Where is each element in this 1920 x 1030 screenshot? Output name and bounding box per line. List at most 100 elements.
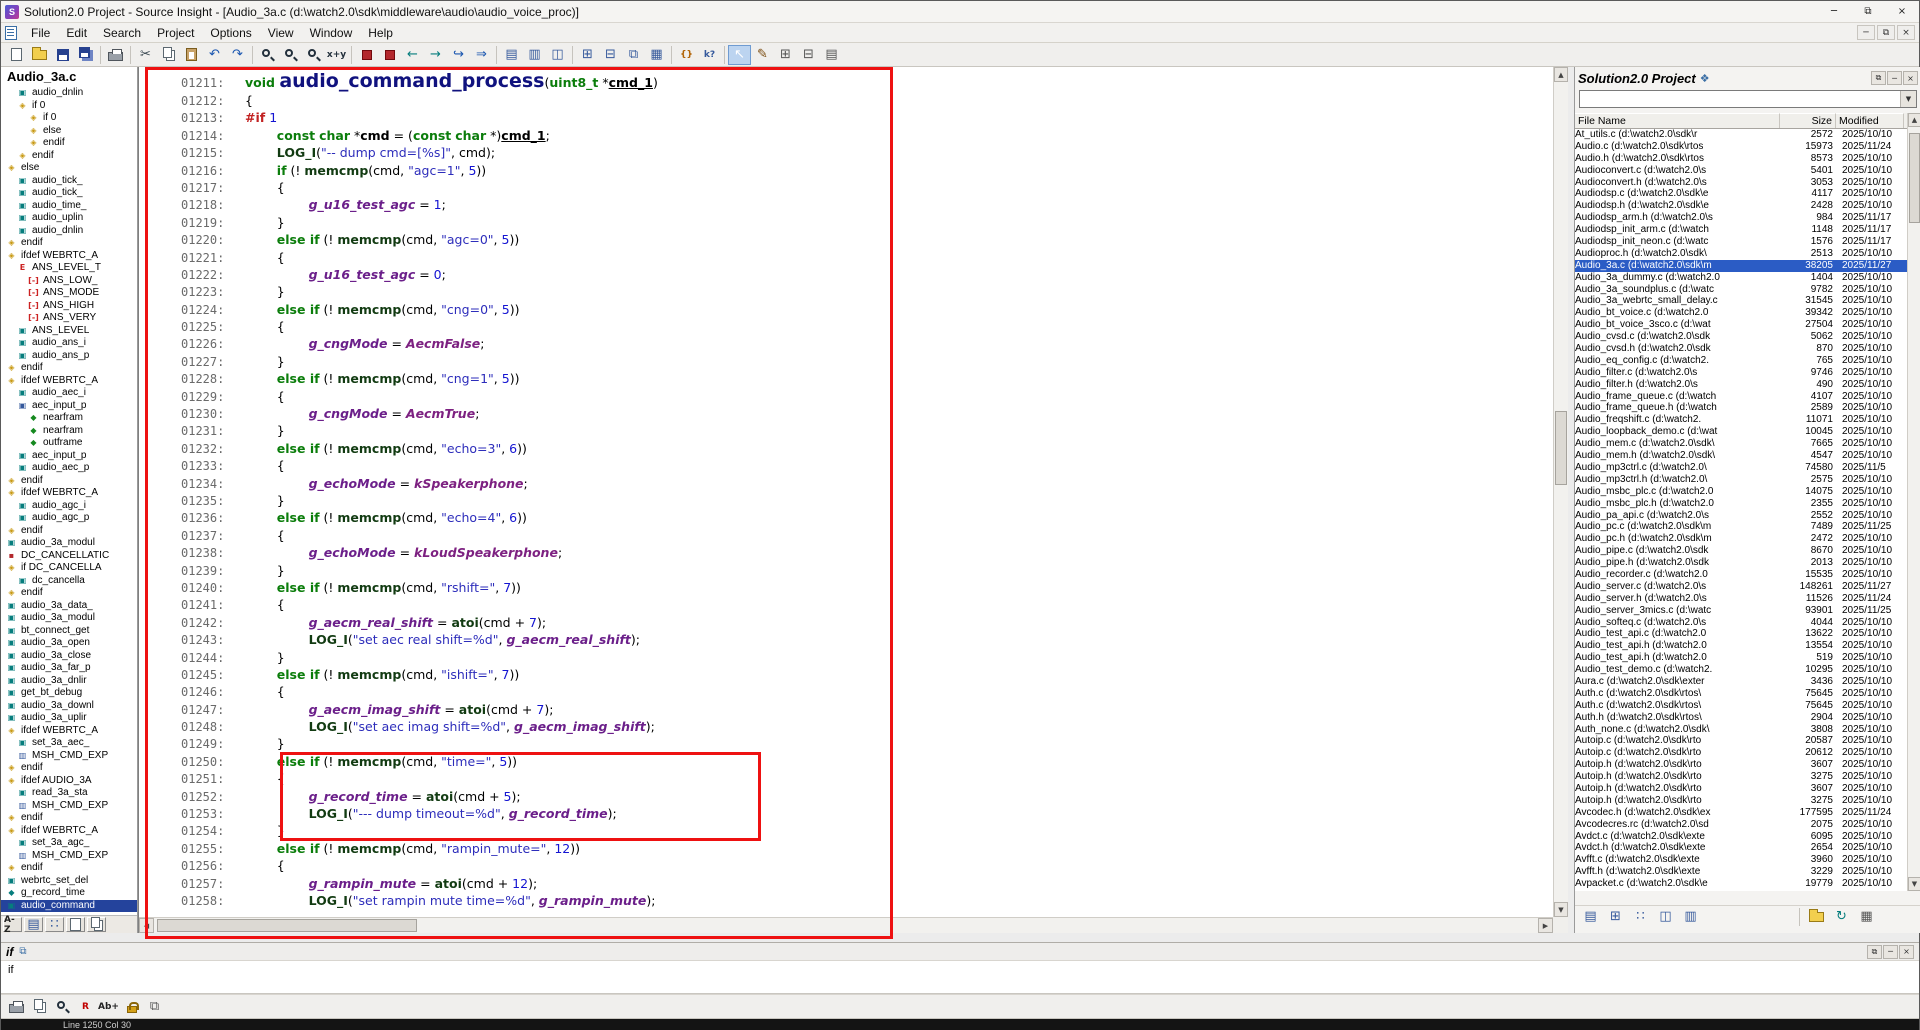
code-line[interactable]: 01243: LOG_I("set aec real shift=%d", g_… — [139, 631, 1553, 648]
symbol-tree-item[interactable]: ◈ifdef WEBRTC_A — [1, 375, 137, 388]
view-small-button[interactable]: ▥ — [1679, 907, 1702, 927]
code-line[interactable]: 01219: } — [139, 214, 1553, 231]
copy-button[interactable] — [157, 45, 180, 65]
project-properties-button[interactable]: ▦ — [1855, 907, 1878, 927]
minimize-panel-button[interactable]: ─ — [1883, 945, 1898, 959]
symbol-tree-item[interactable]: ◆g_record_time — [1, 887, 137, 900]
code-line[interactable]: 01220: else if (! memcmp(cmd, "agc=0", 5… — [139, 231, 1553, 248]
copy-relation-button[interactable] — [28, 997, 51, 1017]
code-line[interactable]: 01249: } — [139, 735, 1553, 752]
scroll-down-icon[interactable]: ▼ — [1554, 902, 1568, 917]
symbol-tree-item[interactable]: ▣ANS_LEVEL — [1, 325, 137, 338]
file-row[interactable]: Audio_mp3ctrl.h (d:\watch2.0\25752025/10… — [1575, 474, 1907, 486]
scroll-left-icon[interactable]: ◀ — [139, 918, 154, 933]
symbol-tree-item[interactable]: ▣audio_tick_ — [1, 187, 137, 200]
view-symbols-button[interactable]: ⊞ — [1604, 907, 1627, 927]
code-line[interactable]: 01225: { — [139, 318, 1553, 335]
file-row[interactable]: Audio_pa_api.c (d:\watch2.0\s25522025/10… — [1575, 510, 1907, 522]
symbol-tree-item[interactable]: ▥MSH_CMD_EXP — [1, 800, 137, 813]
symbol-tree-item[interactable]: ▣set_3a_aec_ — [1, 737, 137, 750]
browse-folder-button[interactable] — [1805, 907, 1828, 927]
symbol-tree-item[interactable]: ◈endif — [1, 137, 137, 150]
file-row[interactable]: Auth.h (d:\watch2.0\sdk\rtos\29042025/10… — [1575, 712, 1907, 724]
project-scroll-thumb[interactable] — [1909, 133, 1920, 223]
file-row[interactable]: Aura.c (d:\watch2.0\sdk\exter34362025/10… — [1575, 676, 1907, 688]
link-cursor-button[interactable]: ↖ — [728, 45, 751, 65]
file-row[interactable]: Avcodecres.rc (d:\watch2.0\sd20752025/10… — [1575, 819, 1907, 831]
symbol-tree-item[interactable]: ◈else — [1, 162, 137, 175]
file-row[interactable]: Audio_test_api.c (d:\watch2.0136222025/1… — [1575, 628, 1907, 640]
lock-button[interactable] — [120, 997, 143, 1017]
file-row[interactable]: Avdct.h (d:\watch2.0\sdk\exte26542025/10… — [1575, 842, 1907, 854]
close-panel-button[interactable]: × — [1903, 71, 1918, 85]
symbol-tree-item[interactable]: ◆outframe — [1, 437, 137, 450]
file-window-button[interactable]: ▥ — [523, 45, 546, 65]
mdi-close-button[interactable]: × — [1897, 25, 1915, 40]
symbol-tree-item[interactable]: ◈endif — [1, 762, 137, 775]
code-line[interactable]: 01213:#if 1 — [139, 109, 1553, 126]
symbol-tree-item[interactable]: ▣get_bt_debug — [1, 687, 137, 700]
code-line[interactable]: 01231: } — [139, 422, 1553, 439]
outline-collapse-button[interactable]: ⊟ — [797, 45, 820, 65]
file-row[interactable]: Autoip.c (d:\watch2.0\sdk\rto206122025/1… — [1575, 747, 1907, 759]
code-line[interactable]: 01236: else if (! memcmp(cmd, "echo=4", … — [139, 509, 1553, 526]
editor-horizontal-scrollbar[interactable]: ◀ ▶ — [139, 917, 1553, 933]
code-line[interactable]: 01232: else if (! memcmp(cmd, "echo=3", … — [139, 440, 1553, 457]
symbol-tree-item[interactable]: ◈ifdef AUDIO_3A — [1, 775, 137, 788]
symbol-tree-item[interactable]: ◈endif — [1, 150, 137, 163]
symbol-tree-item[interactable]: [-]ANS_HIGH — [1, 300, 137, 313]
lookup-button[interactable] — [51, 997, 74, 1017]
file-row[interactable]: Audio_test_demo.c (d:\watch2.102952025/1… — [1575, 664, 1907, 676]
code-line[interactable]: 01237: { — [139, 527, 1553, 544]
file-row[interactable]: Autoip.c (d:\watch2.0\sdk\rto205872025/1… — [1575, 735, 1907, 747]
symbol-tree-item[interactable]: ◈endif — [1, 862, 137, 875]
code-area[interactable]: 01211:void audio_command_process(uint8_t… — [139, 67, 1553, 917]
code-line[interactable]: 01258: LOG_I("set rampin mute time=%d", … — [139, 892, 1553, 909]
code-line[interactable]: 01228: else if (! memcmp(cmd, "cng=1", 5… — [139, 370, 1553, 387]
file-row[interactable]: Audio_server_3mics.c (d:\watc939012025/1… — [1575, 605, 1907, 617]
symbol-tree-item[interactable]: ▣set_3a_agc_ — [1, 837, 137, 850]
code-line[interactable]: 01238: g_echoMode = kLoudSpeakerphone; — [139, 544, 1553, 561]
open-file-button[interactable] — [28, 45, 51, 65]
view-mixed-button[interactable]: ∷ — [1629, 907, 1652, 927]
all-files-button[interactable] — [87, 917, 106, 932]
symbol-tree-item[interactable]: ◈ifdef WEBRTC_A — [1, 487, 137, 500]
code-line[interactable]: 01233: { — [139, 457, 1553, 474]
column-header-file-name[interactable]: File Name — [1575, 113, 1780, 128]
code-line[interactable]: 01239: } — [139, 562, 1553, 579]
code-line[interactable]: 01229: { — [139, 388, 1553, 405]
file-row[interactable]: Autoip.h (d:\watch2.0\sdk\rto32752025/10… — [1575, 795, 1907, 807]
print-button[interactable] — [104, 45, 127, 65]
menu-item-search[interactable]: Search — [95, 24, 149, 42]
file-row[interactable]: At_utils.c (d:\watch2.0\sdk\r25722025/10… — [1575, 129, 1907, 141]
relation-panel-content[interactable]: if — [1, 961, 1919, 994]
case-toggle-button[interactable]: Ab+ — [97, 997, 120, 1017]
code-line[interactable]: 01226: g_cngMode = AecmFalse; — [139, 335, 1553, 352]
code-line[interactable]: 01216: if (! memcmp(cmd, "agc=1", 5)) — [139, 162, 1553, 179]
find-in-files-button[interactable] — [279, 45, 302, 65]
group-view-button[interactable]: ∷ — [45, 917, 64, 932]
symbol-tree-item[interactable]: ▣audio_aec_p — [1, 462, 137, 475]
symbol-tree-item[interactable]: ▣audio_3a_modul — [1, 537, 137, 550]
save-all-button[interactable] — [74, 45, 97, 65]
cascade-windows-button[interactable]: ⧉ — [622, 45, 645, 65]
editor-vertical-scrollbar[interactable]: ▲ ▼ — [1553, 67, 1568, 917]
menu-item-edit[interactable]: Edit — [58, 24, 95, 42]
restore-button[interactable]: ⧉ — [1851, 1, 1885, 22]
refresh-project-button[interactable]: ↻ — [1830, 907, 1853, 927]
file-row[interactable]: Audio_pc.c (d:\watch2.0\sdk\m74892025/11… — [1575, 521, 1907, 533]
symbol-tree-item[interactable]: ◆nearfram — [1, 425, 137, 438]
go-back-button[interactable]: ← — [401, 45, 424, 65]
cut-button[interactable]: ✂ — [134, 45, 157, 65]
outline-expand-button[interactable]: ⊞ — [774, 45, 797, 65]
minimize-button[interactable]: ─ — [1817, 1, 1851, 22]
symbol-tree-item[interactable]: ▣audio_tick_ — [1, 175, 137, 188]
symbol-tree-item[interactable]: ◈endif — [1, 525, 137, 538]
document-icon[interactable] — [5, 26, 17, 40]
file-row[interactable]: Audio_test_api.h (d:\watch2.0135542025/1… — [1575, 640, 1907, 652]
dock-panel-button[interactable]: ⧉ — [1867, 945, 1882, 959]
code-line[interactable]: 01255: else if (! memcmp(cmd, "rampin_mu… — [139, 840, 1553, 857]
find-references-button[interactable] — [302, 45, 325, 65]
symbol-tree-item[interactable]: ◈endif — [1, 237, 137, 250]
code-line[interactable]: 01245: else if (! memcmp(cmd, "ishift=",… — [139, 666, 1553, 683]
